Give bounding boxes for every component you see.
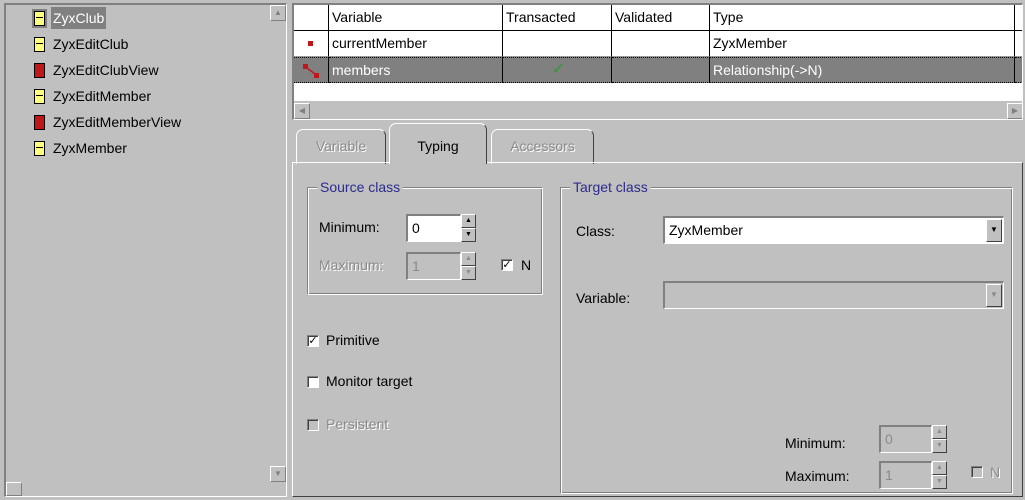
table-header-row: Variable Transacted Validated Type <box>294 5 1022 31</box>
class-yellow-icon <box>34 141 45 156</box>
target-minimum-spinner[interactable]: 0 ▲ ▼ <box>879 425 947 453</box>
source-maximum-field[interactable]: 1 <box>406 252 461 280</box>
primitive-checkbox[interactable]: ✓ <box>307 335 319 347</box>
spin-down-icon[interactable]: ▼ <box>932 439 947 453</box>
class-item-label: ZyxMember <box>53 140 127 156</box>
target-n-label: N <box>990 464 1001 480</box>
source-maximum-label: Maximum: <box>319 257 384 273</box>
scroll-left-icon[interactable]: ◀ <box>294 103 310 119</box>
table-row[interactable]: currentMember ZyxMember <box>294 31 1022 57</box>
extra-cell <box>1015 57 1022 83</box>
extra-cell <box>1015 31 1022 57</box>
class-item-label: ZyxEditMember <box>53 88 152 104</box>
source-n-label: N <box>521 257 532 273</box>
target-class-dropdown[interactable]: ZyxMember ▼ <box>663 216 1004 244</box>
target-minimum-stepper[interactable]: ▲ ▼ <box>932 425 947 453</box>
variable-icon-cell <box>294 31 329 57</box>
spin-up-icon[interactable]: ▲ <box>461 214 476 228</box>
check-mark-icon: ✓ <box>551 61 566 78</box>
transacted-cell: ✓ <box>503 57 612 83</box>
variable-name-cell: members <box>329 57 503 83</box>
persistent-label: Persistent <box>326 416 389 432</box>
target-class-group: Target class Class: ZyxMember ▼ Variable… <box>560 178 1013 494</box>
class-yellow-icon <box>32 9 47 28</box>
class-item-label: ZyxClub <box>51 7 107 29</box>
target-maximum-field[interactable]: 1 <box>879 461 932 489</box>
target-n-checkbox[interactable] <box>971 466 983 478</box>
validated-cell <box>612 57 710 83</box>
class-item-label: ZyxEditClub <box>53 36 129 52</box>
tab-accessors[interactable]: Accessors <box>491 129 594 164</box>
target-class-value: ZyxMember <box>669 222 743 238</box>
typing-tab-panel: Source class Minimum: 0 ▲ ▼ Maximum: 1 ▲… <box>292 162 1023 497</box>
column-header-type[interactable]: Type <box>710 5 1015 31</box>
target-variable-label: Variable: <box>576 290 631 306</box>
class-list-vertical-scrollbar[interactable]: ▲ ▼ <box>270 5 286 482</box>
spin-up-icon[interactable]: ▲ <box>932 461 947 475</box>
class-item-label: ZyxEditClubView <box>53 62 159 78</box>
chevron-down-icon[interactable]: ▼ <box>986 219 1002 242</box>
source-maximum-spinner[interactable]: 1 ▲ ▼ <box>406 252 476 280</box>
validated-cell <box>612 31 710 57</box>
spin-up-icon[interactable]: ▲ <box>461 252 476 266</box>
spin-down-icon[interactable]: ▼ <box>461 266 476 280</box>
target-minimum-label: Minimum: <box>785 435 846 451</box>
primitive-label: Primitive <box>326 332 380 348</box>
source-n-checkbox[interactable]: ✓ <box>501 259 513 271</box>
variable-icon-cell <box>294 57 329 83</box>
source-maximum-stepper[interactable]: ▲ ▼ <box>461 252 476 280</box>
single-variable-icon <box>308 41 313 46</box>
column-header-transacted[interactable]: Transacted <box>503 5 612 31</box>
table-row[interactable]: members ✓ Relationship(->N) <box>294 57 1022 83</box>
source-minimum-field[interactable]: 0 <box>406 214 461 242</box>
variables-table[interactable]: Variable Transacted Validated Type curre… <box>292 3 1023 120</box>
spin-up-icon[interactable]: ▲ <box>932 425 947 439</box>
target-maximum-label: Maximum: <box>785 468 850 484</box>
scroll-up-icon[interactable]: ▲ <box>270 5 286 21</box>
class-list[interactable]: ZyxClub ZyxEditClub ZyxEditClubView ZyxE… <box>4 3 287 497</box>
scroll-down-icon[interactable]: ▼ <box>270 466 286 482</box>
scroll-right-icon[interactable]: ▶ <box>1007 103 1022 119</box>
target-minimum-field[interactable]: 0 <box>879 425 932 453</box>
column-header-extra <box>1015 5 1022 31</box>
relationship-icon <box>303 64 319 78</box>
spin-down-icon[interactable]: ▼ <box>461 228 476 242</box>
target-class-label: Class: <box>576 223 615 239</box>
target-class-title: Target class <box>570 178 651 196</box>
monitor-target-checkbox[interactable] <box>307 376 319 388</box>
scroll-left-icon[interactable] <box>6 482 22 496</box>
class-item-label: ZyxEditMemberView <box>53 114 182 130</box>
class-red-icon <box>34 63 45 78</box>
chevron-down-icon[interactable]: ▼ <box>986 284 1002 307</box>
table-horizontal-scrollbar[interactable]: ◀ ▶ <box>294 101 1022 119</box>
variable-name-cell: currentMember <box>329 31 503 57</box>
transacted-cell <box>503 31 612 57</box>
target-variable-dropdown[interactable]: ▼ <box>663 281 1004 309</box>
class-list-horizontal-scrollbar[interactable] <box>6 482 270 496</box>
persistent-checkbox[interactable] <box>307 419 319 431</box>
source-class-title: Source class <box>317 178 404 196</box>
source-minimum-spinner[interactable]: 0 ▲ ▼ <box>406 214 476 242</box>
source-minimum-stepper[interactable]: ▲ ▼ <box>461 214 476 242</box>
column-header-validated[interactable]: Validated <box>612 5 710 31</box>
table-header-icon-column <box>294 5 329 31</box>
target-maximum-stepper[interactable]: ▲ ▼ <box>932 461 947 489</box>
type-cell: Relationship(->N) <box>710 57 1015 83</box>
tab-typing[interactable]: Typing <box>389 123 487 164</box>
class-yellow-icon <box>34 37 45 52</box>
column-header-variable[interactable]: Variable <box>329 5 503 31</box>
source-minimum-label: Minimum: <box>319 219 380 235</box>
type-cell: ZyxMember <box>710 31 1015 57</box>
class-yellow-icon <box>34 89 45 104</box>
target-maximum-spinner[interactable]: 1 ▲ ▼ <box>879 461 947 489</box>
spin-down-icon[interactable]: ▼ <box>932 475 947 489</box>
tab-variable[interactable]: Variable <box>296 129 386 164</box>
tab-strip: Variable Typing Accessors <box>292 121 1023 164</box>
class-red-icon <box>34 115 45 130</box>
monitor-target-label: Monitor target <box>326 373 413 389</box>
source-class-group: Source class Minimum: 0 ▲ ▼ Maximum: 1 ▲… <box>307 178 543 295</box>
